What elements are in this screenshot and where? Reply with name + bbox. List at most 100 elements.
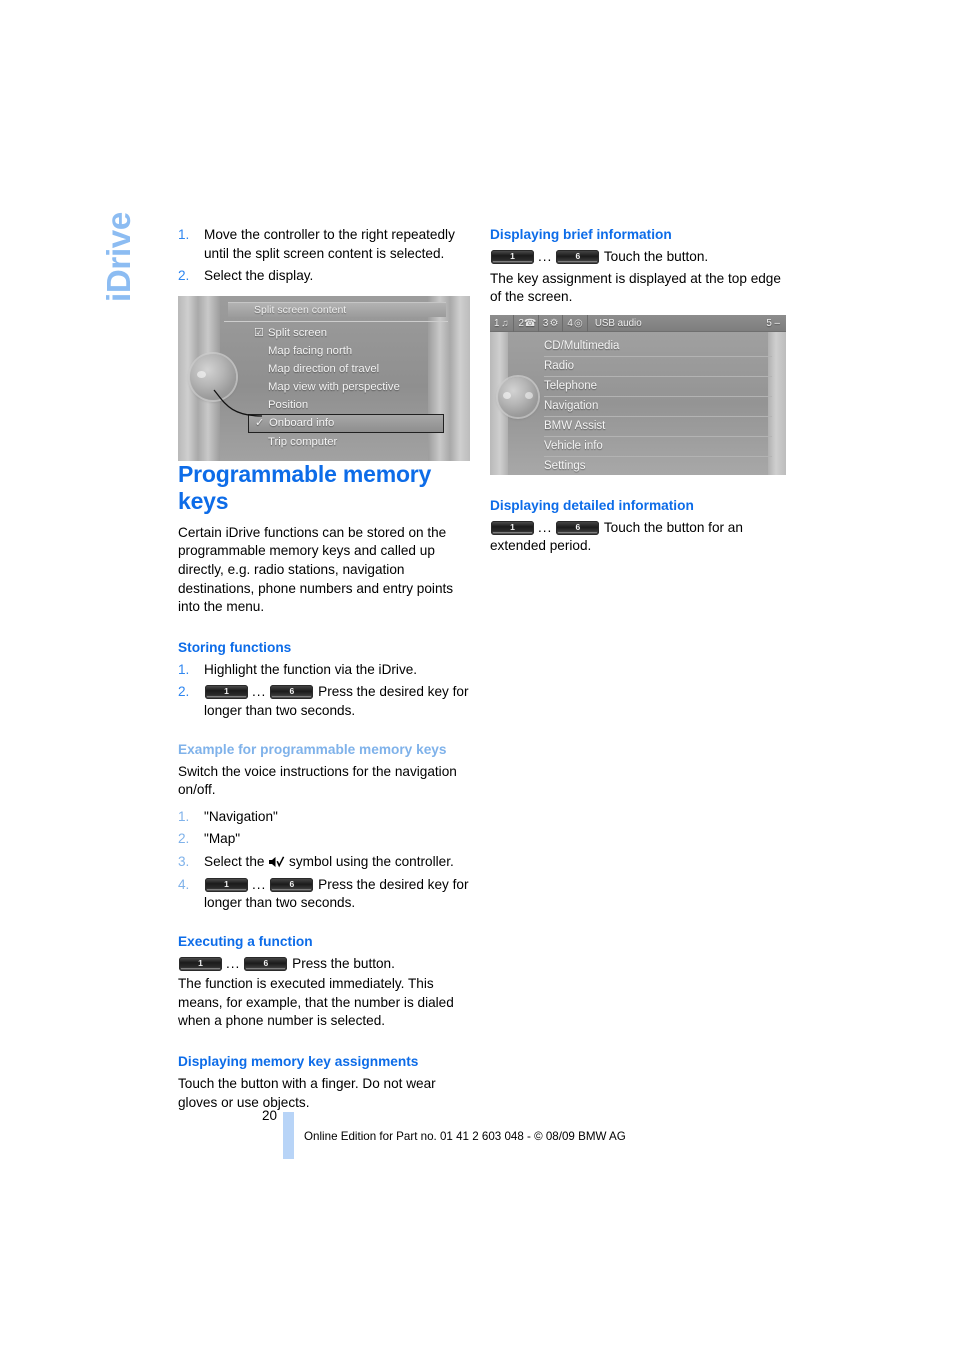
heading-storing-functions: Storing functions: [178, 639, 292, 655]
screen-title: Split screen content: [254, 303, 347, 316]
memory-key-6-icon: 6: [556, 250, 600, 264]
list-item: 3. Select the symbol using the controlle…: [178, 853, 470, 872]
music-note-icon: ♫: [501, 317, 509, 329]
list-item: 4. 1... 6 Press the desired key for longer…: [178, 876, 470, 913]
idrive-controller-knob: [190, 353, 236, 400]
phone-icon: ☎: [523, 317, 537, 329]
memory-key-tab-2: 2☎: [514, 314, 539, 332]
manual-page: iDrive 1. Move the controller to the rig…: [0, 0, 954, 1350]
intro-steps-list: 1. Move the controller to the right repe…: [178, 226, 470, 286]
screenshot-split-screen-content: Split screen content ☑ Split screen Map …: [178, 295, 470, 461]
memory-key-6-icon: 6: [270, 685, 314, 700]
menu-item-label: Onboard info: [269, 416, 335, 429]
knob-highlight-right: [525, 391, 533, 399]
memory-key-tab-3: 3⚙: [539, 314, 564, 332]
step-text: "Navigation": [204, 808, 278, 824]
memory-key-tab-5: 5 –: [766, 317, 780, 329]
list-item: 1. "Navigation": [178, 808, 470, 827]
idrive-controller-knob: [498, 376, 538, 417]
memory-key-tab-1: 1 ♫: [490, 314, 515, 332]
step-text-after: symbol using the controller.: [289, 853, 454, 869]
target-icon: ◎: [574, 317, 583, 329]
menu-item-navigation: Navigation: [544, 397, 772, 417]
ellipsis: ...: [538, 249, 553, 264]
menu-item-radio: Radio: [544, 357, 772, 377]
memory-key-6-icon: 6: [556, 520, 600, 535]
memory-key-6-icon: 6: [270, 877, 314, 892]
memory-key-6-icon: 6: [244, 956, 288, 971]
memory-key-tab-4: 4◎: [563, 314, 588, 332]
audio-source-label: USB audio: [594, 317, 642, 329]
brief-body: The key assignment is displayed at the t…: [490, 270, 781, 305]
knob-highlight-left: [503, 391, 511, 399]
menu-item-label: Split screen: [268, 326, 328, 339]
title-divider: [224, 320, 448, 322]
list-item: 2. 1... 6 Press the desired key for longer…: [178, 683, 470, 720]
memory-key-1-icon: 1: [491, 520, 534, 535]
heading-displaying-detailed-information: Displaying detailed information: [490, 497, 694, 513]
step-number: 1.: [178, 661, 190, 677]
page-title: Programmable memory keys: [178, 460, 432, 514]
storing-steps-list: 1. Highlight the function via the iDrive…: [178, 661, 470, 721]
executing-key-line-text: Press the button.: [292, 955, 395, 971]
checkbox-icon: ☑: [254, 326, 264, 339]
menu-item-bmw-assist: BMW Assist: [544, 417, 772, 437]
ellipsis: ...: [252, 684, 267, 700]
screenshot-main-menu: 1 ♫ 2☎ 3⚙ 4◎ USB audio 5 – CD/Multimedia Radi…: [490, 314, 786, 475]
ellipsis: ...: [226, 955, 241, 971]
step-text: Move the controller to the right repeate…: [204, 227, 455, 261]
executing-key-line: 1... 6 Press the button.: [178, 955, 470, 974]
list-item: 1. Move the controller to the right repe…: [178, 226, 470, 263]
section-body: Certain iDrive functions can be stored o…: [178, 524, 454, 615]
example-steps-list: 1. "Navigation" 2. "Map" 3. Select the s…: [178, 808, 470, 913]
list-item: 2. Select the display.: [178, 267, 470, 286]
menu-item: Position: [254, 396, 464, 414]
menu-item-label: Map direction of travel: [268, 362, 380, 375]
menu-item-label: Map facing north: [268, 344, 353, 357]
step-text: "Map": [204, 831, 241, 847]
heading-example-programmable-memory-keys: Example for programmable memory keys: [178, 741, 447, 757]
step-number: 4.: [178, 876, 190, 892]
menu-item: Trip computer: [254, 433, 464, 451]
ellipsis: ...: [252, 876, 267, 892]
memory-key-1-icon: 1: [491, 250, 534, 264]
split-screen-menu: ☑ Split screen Map facing north Map dire…: [248, 324, 464, 451]
step-text-before: Select the: [204, 853, 265, 869]
menu-item-vehicle-info: Vehicle info: [544, 437, 772, 457]
page-number: 20: [262, 1108, 278, 1123]
footer-note: Online Edition for Part no. 01 41 2 603 …: [304, 1130, 626, 1143]
step-number: 1.: [178, 808, 190, 824]
menu-item: ☑ Split screen: [254, 324, 464, 342]
detailed-key-line: 1... 6 Touch the button for an extended p…: [490, 519, 786, 556]
list-item: 1. Highlight the function via the iDrive…: [178, 661, 470, 680]
heading-executing-a-function: Executing a function: [178, 933, 313, 949]
step-number: 3.: [178, 853, 190, 869]
menu-item-label: Map view with perspective: [268, 380, 400, 393]
step-number: 1.: [178, 227, 190, 242]
brief-key-line-text: Touch the button.: [603, 249, 709, 264]
menu-item-cd-multimedia: CD/Multimedia: [544, 337, 772, 357]
step-text: Select the display.: [204, 268, 314, 284]
memory-key-1-icon: 1: [205, 877, 248, 892]
menu-item-telephone: Telephone: [544, 377, 772, 397]
step-number: 2.: [178, 268, 190, 284]
main-menu-list: CD/Multimedia Radio Telephone Navigation…: [544, 337, 772, 475]
gear-icon: ⚙: [549, 317, 559, 329]
knob-highlight: [197, 370, 206, 378]
menu-item-selected: ✓ Onboard info: [248, 413, 444, 433]
right-column: Displaying brief information 1... 6 Touch…: [490, 226, 786, 556]
footer-accent-bar: [283, 1112, 294, 1159]
chapter-tab-idrive: iDrive: [100, 212, 137, 302]
step-number: 2.: [178, 831, 190, 847]
menu-item-settings: Settings: [544, 457, 772, 475]
menu-item: Map facing north: [254, 342, 464, 360]
step-text: Highlight the function via the iDrive.: [204, 661, 418, 677]
step-number: 2.: [178, 684, 190, 700]
check-icon: ✓: [255, 416, 265, 429]
executing-body: The function is executed immediately. Th…: [178, 976, 454, 1029]
displaying-assignments-body: Touch the button with a finger. Do not w…: [178, 1076, 436, 1110]
menu-item-label: Position: [268, 398, 309, 411]
screen-title-bar: Split screen content: [228, 301, 446, 317]
list-item: 2. "Map": [178, 830, 470, 849]
left-column: 1. Move the controller to the right repe…: [178, 226, 470, 1112]
